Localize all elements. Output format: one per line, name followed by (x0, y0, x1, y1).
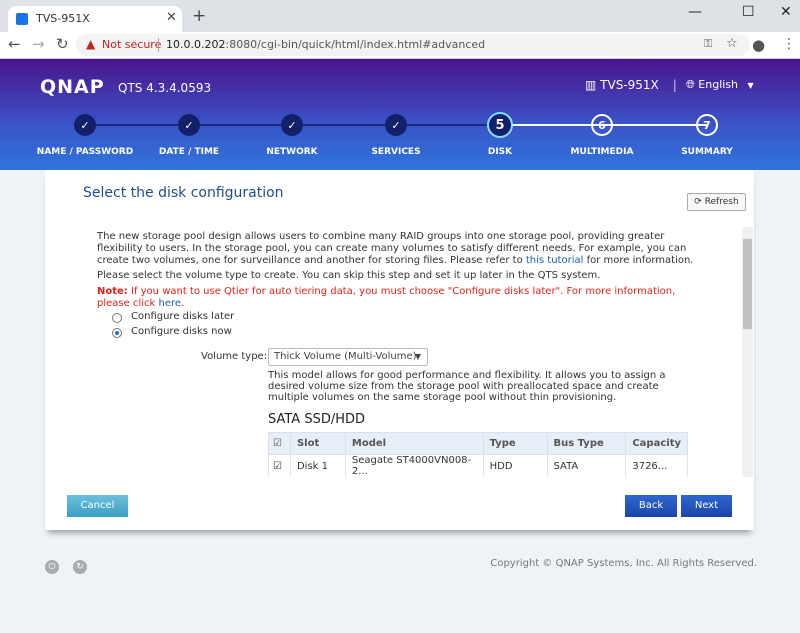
step-7: 7 (696, 114, 718, 136)
table-header: ☑ Slot Model Type Bus Type Capacity (268, 432, 688, 455)
url-text: 10.0.0.202:8080/cgi-bin/quick/html/index… (166, 38, 485, 51)
cell-slot: Disk 1 (289, 454, 346, 477)
reload-icon[interactable]: ↻ (56, 35, 69, 53)
new-tab-icon[interactable]: + (192, 6, 206, 26)
wizard-panel: Select the disk configuration ⟳ Refresh … (45, 170, 754, 530)
profile-icon[interactable]: ● (752, 36, 765, 54)
url-input[interactable]: ▲ Not secure 10.0.0.202:8080/cgi-bin/qui… (76, 34, 750, 56)
back-button[interactable]: Back (625, 495, 677, 517)
content-scroll-area: The new storage pool design allows users… (97, 227, 742, 477)
globe-icon: 🌐︎ (686, 78, 699, 91)
scrollbar[interactable] (742, 227, 753, 477)
refresh-button[interactable]: ⟳ Refresh (687, 193, 746, 211)
radio-label: Configure disks now (131, 326, 232, 337)
tab-title: TVS-951X (36, 12, 90, 25)
step-label: NAME / PASSWORD (36, 147, 134, 157)
step-3-check-icon: ✓ (281, 114, 303, 136)
col-capacity[interactable]: Capacity (625, 432, 688, 455)
url-path: :8080/cgi-bin/quick/html/index.html#adva… (225, 38, 486, 51)
step-6: 6 (591, 114, 613, 136)
firmware-version: QTS 4.3.4.0593 (118, 81, 212, 95)
not-secure-label: Not secure (102, 38, 162, 51)
col-bus-type[interactable]: Bus Type (546, 432, 627, 455)
language-label: English (698, 78, 739, 91)
col-model[interactable]: Model (344, 432, 484, 455)
refresh-icon: ⟳ (694, 197, 705, 207)
disk-table: ☑ Slot Model Type Bus Type Capacity ☑ Di… (268, 432, 688, 477)
step-label: SUMMARY (681, 147, 733, 157)
volume-type-label: Volume type: (201, 351, 268, 362)
favicon-icon (16, 13, 28, 25)
step-2-check-icon: ✓ (178, 114, 200, 136)
volume-type-select[interactable]: Thick Volume (Multi-Volume) ▼ (268, 348, 428, 366)
row-checkbox[interactable]: ☑ (268, 454, 291, 477)
minimize-icon[interactable]: — (688, 4, 702, 20)
url-host: 10.0.0.202 (166, 38, 226, 51)
step-1-check-icon: ✓ (74, 114, 96, 136)
cell-model: Seagate ST4000VN008-2... (344, 454, 484, 477)
tutorial-link[interactable]: this tutorial (526, 255, 584, 266)
note-text: Note: If you want to use Qtier for auto … (97, 286, 676, 309)
step-label: DISK (487, 147, 513, 157)
menu-icon[interactable]: ⋮ (782, 36, 796, 52)
dropdown-arrow-icon: ▼ (414, 352, 421, 361)
select-all-checkbox[interactable]: ☑ (268, 432, 291, 455)
intro-text: The new storage pool design allows users… (97, 231, 697, 267)
address-bar: ← → ↻ ▲ Not secure 10.0.0.202:8080/cgi-b… (0, 32, 800, 59)
warning-icon: ▲ (86, 37, 96, 51)
cell-bus: SATA (546, 454, 627, 477)
browser-tab[interactable]: TVS-951X ✕ (8, 6, 182, 32)
step-label: DATE / TIME (158, 147, 220, 157)
power-icon[interactable]: ⏻ (45, 560, 59, 574)
divider: | (672, 78, 677, 92)
chevron-down-icon: ▼ (747, 81, 754, 90)
volume-description: This model allows for good performance a… (268, 370, 666, 403)
step-4-check-icon: ✓ (385, 114, 407, 136)
refresh-label: Refresh (704, 197, 739, 207)
qnap-logo: QNAP (40, 76, 105, 98)
step-5-current: 5 (487, 112, 513, 138)
copyright: Copyright © QNAP Systems, Inc. All Right… (490, 558, 757, 569)
cancel-button[interactable]: Cancel (67, 495, 128, 517)
col-slot[interactable]: Slot (289, 432, 346, 455)
close-tab-icon[interactable]: ✕ (166, 10, 177, 25)
here-link[interactable]: here (158, 298, 181, 309)
cell-capacity: 3726... (625, 454, 688, 477)
cell-type: HDD (482, 454, 548, 477)
step-label: NETWORK (266, 147, 318, 157)
step-label: SERVICES (371, 147, 421, 157)
star-icon[interactable]: ☆ (726, 36, 738, 51)
next-button[interactable]: Next (681, 495, 732, 517)
maximize-icon[interactable]: ☐ (742, 4, 755, 20)
model-name: TVS-951X (600, 78, 659, 92)
section-title: SATA SSD/HDD (268, 412, 366, 427)
nas-icon: ▥ (585, 78, 601, 92)
device-model: ▥ TVS-951X | (585, 78, 677, 92)
radio-label: Configure disks later (131, 311, 235, 322)
forward-icon[interactable]: → (32, 35, 45, 53)
step-label: MULTIMEDIA (570, 147, 634, 157)
close-window-icon[interactable]: ✕ (780, 4, 792, 20)
intro-end: for more information. (583, 255, 694, 266)
page-title: Select the disk configuration (83, 185, 284, 201)
restart-icon[interactable]: ↻ (73, 560, 87, 574)
select-value: Thick Volume (Multi-Volume) (274, 351, 417, 362)
scrollbar-thumb[interactable] (743, 239, 752, 329)
note-body: If you want to use Qtier for auto tierin… (97, 286, 676, 309)
browser-tab-bar: TVS-951X ✕ + — ☐ ✕ (0, 0, 800, 32)
select-instruction: Please select the volume type to create.… (97, 270, 601, 281)
back-icon[interactable]: ← (8, 35, 21, 53)
key-icon[interactable]: ⚿ (704, 37, 712, 51)
note-label: Note: (97, 286, 128, 297)
radio-configure-later[interactable] (112, 313, 122, 323)
divider (158, 38, 159, 52)
table-row[interactable]: ☑ Disk 1 Seagate ST4000VN008-2... HDD SA… (268, 454, 688, 477)
col-type[interactable]: Type (482, 432, 548, 455)
radio-configure-now[interactable] (112, 328, 122, 338)
language-selector[interactable]: 🌐︎ English ▼ (686, 78, 754, 92)
